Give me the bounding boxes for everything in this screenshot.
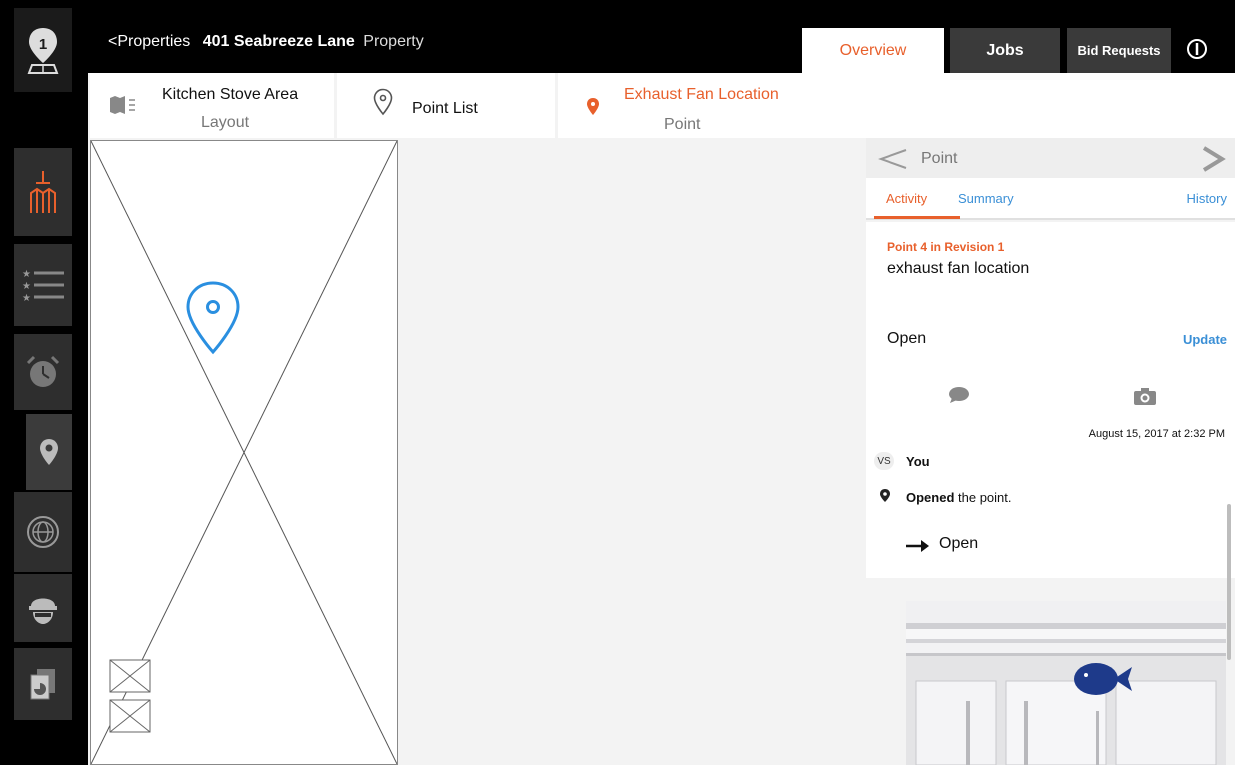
left-sidebar: 1 ★ ★ ★ [0,0,88,765]
chevron-left-icon: < [108,33,118,50]
activity-text: Opened the point. [906,490,1012,505]
alarm-clock-icon[interactable] [14,334,72,410]
activity-timestamp: August 15, 2017 at 2:32 PM [1088,428,1225,440]
globe-icon[interactable] [14,492,72,572]
update-status-link[interactable]: Update [1183,332,1227,347]
point-status: Open [887,330,927,347]
chevron-right-icon[interactable] [1200,146,1226,172]
image-thumbnails-icon[interactable] [109,659,153,737]
activity-action: Opened [906,490,955,505]
point-detail-panel: Point Activity Summary History Point 4 i… [866,138,1235,765]
layout-image-placeholder[interactable] [90,140,398,765]
tab-bid-requests[interactable]: Bid Requests [1067,28,1171,73]
comment-icon[interactable] [948,386,970,404]
arrow-right-icon [906,540,929,552]
point-list-title: Point List [412,100,478,117]
back-to-properties-link[interactable]: <Properties [108,33,195,50]
camera-icon[interactable] [1133,386,1157,406]
layout-map-icon [110,96,135,114]
activity-scrollbar[interactable] [1227,504,1231,660]
property-kind: Property [363,33,424,50]
point-list-nav-tab[interactable]: Point List [337,73,555,138]
activity-feed: Point 4 in Revision 1 exhaust fan locati… [866,222,1235,660]
chevron-left-icon[interactable] [878,148,908,170]
active-tab-indicator [874,216,960,219]
svg-text:★: ★ [22,269,31,280]
point-nav-tab[interactable]: Exhaust Fan Location Point [558,73,1235,138]
property-name: 401 Seabreeze Lane [202,33,355,50]
tab-jobs[interactable]: Jobs [950,28,1060,73]
tab-activity[interactable]: Activity [886,191,927,206]
layout-title: Kitchen Stove Area [162,86,299,103]
avatar: VS [874,452,894,470]
point-subtitle: Point [664,116,701,133]
point-photo[interactable] [906,601,1226,765]
app-logo-icon[interactable]: 1 [14,8,72,92]
panel-tabs: Activity Summary History [866,178,1235,220]
point-title: Exhaust Fan Location [624,86,779,103]
layout-canvas[interactable] [88,138,866,765]
point-pin-icon [587,98,599,115]
svg-text:★: ★ [22,293,31,304]
info-icon[interactable] [1186,38,1208,60]
svg-text:1: 1 [39,36,47,53]
top-bar: <Properties 401 Seabreeze Lane Property … [88,0,1235,73]
point-description: exhaust fan location [887,260,1030,277]
tab-history[interactable]: History [1187,191,1227,206]
location-pin-icon[interactable] [26,414,72,490]
selected-point-marker-icon[interactable] [184,280,242,356]
documents-icon[interactable] [14,648,72,720]
tab-overview[interactable]: Overview [802,28,944,73]
activity-user-name: You [906,454,930,469]
panel-header: Point [866,138,1235,178]
map-pin-outline-icon [373,88,393,116]
breadcrumb: <Properties 401 Seabreeze Lane Property [108,33,424,51]
point-revision-label: Point 4 in Revision 1 [887,240,1005,254]
activity-new-status: Open [939,535,979,552]
layout-nav-tab[interactable]: Kitchen Stove Area Layout [90,73,334,138]
hardhat-worker-icon[interactable] [14,574,72,642]
activity-rest: the point. [954,490,1012,505]
building-plan-icon[interactable] [14,148,72,236]
pin-icon [880,489,890,502]
starred-list-icon[interactable]: ★ ★ ★ [14,244,72,326]
panel-title: Point [921,150,958,167]
svg-text:★: ★ [22,281,31,292]
tab-summary[interactable]: Summary [958,191,1014,206]
sub-navigation: Kitchen Stove Area Layout Point List Exh… [88,73,1235,138]
layout-subtitle: Layout [201,114,250,131]
